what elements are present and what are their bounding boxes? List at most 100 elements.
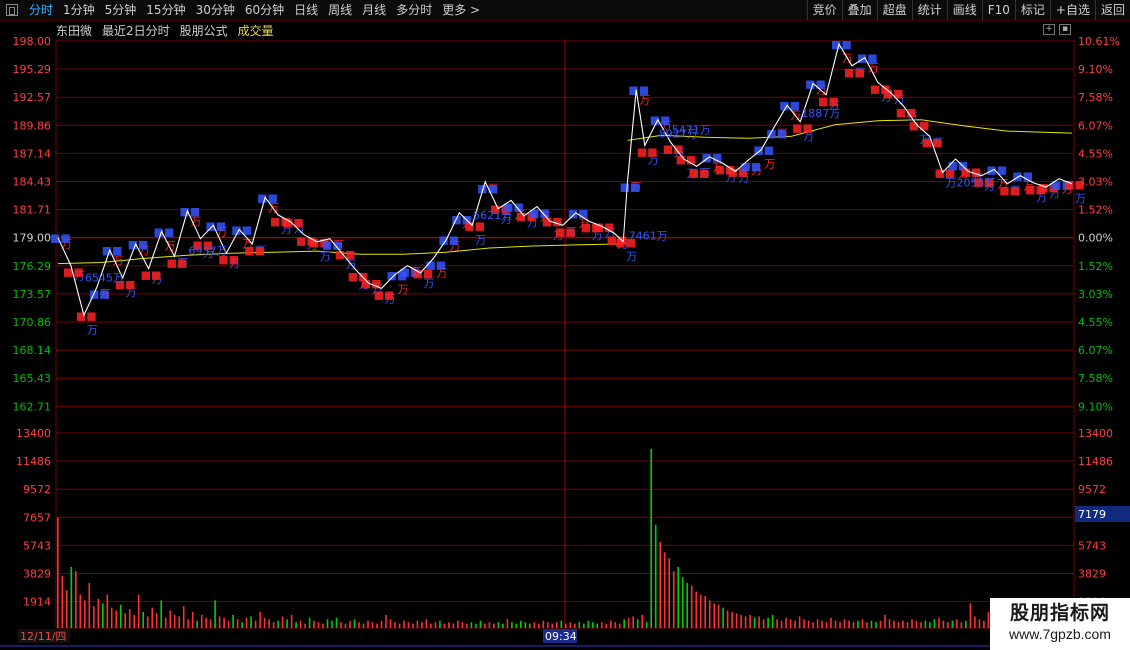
- volume-bar: [875, 622, 877, 628]
- volume-bar: [915, 620, 918, 628]
- volume-bar: [430, 623, 432, 628]
- price-tick-left: 162.71: [13, 400, 52, 413]
- price-tick-left: 170.86: [13, 316, 52, 329]
- price-tick-right: 7.58%: [1078, 372, 1113, 385]
- volume-bar: [956, 619, 958, 628]
- volume-bar: [569, 622, 572, 628]
- volume-bar: [209, 619, 212, 628]
- price-tick-right: 4.55%: [1078, 316, 1113, 329]
- volume-bar: [686, 582, 688, 628]
- volume-bar: [614, 622, 617, 628]
- volume-bar: [353, 619, 356, 628]
- volume-bar: [708, 600, 711, 628]
- price-annotation-mark: ■■: [844, 66, 865, 79]
- price-tick-right: 9.10%: [1078, 400, 1113, 413]
- volume-bar: [484, 623, 486, 628]
- volume-bar: [205, 617, 207, 628]
- volume-tick-left: 5743: [23, 539, 51, 552]
- volume-tick-left: 13400: [16, 427, 51, 440]
- price-annotation-mark: 万: [626, 250, 637, 263]
- volume-bar: [110, 607, 113, 628]
- volume-bar: [560, 620, 563, 628]
- date-label-day1: 12/11/四: [20, 630, 66, 643]
- volume-bar: [425, 619, 428, 628]
- price-annotation-mark: ■■: [167, 256, 188, 269]
- volume-bar: [726, 610, 729, 628]
- volume-bar: [668, 558, 670, 628]
- price-annotation: 6545万: [85, 272, 124, 285]
- volume-bar: [533, 622, 536, 628]
- volume-bar: [789, 619, 792, 628]
- volume-bar: [659, 542, 661, 628]
- watermark: 股朋指标网 www.7gpzb.com: [990, 598, 1130, 650]
- volume-bar: [317, 622, 320, 628]
- current-volume-value: 7179: [1078, 508, 1106, 521]
- price-annotation: 5471万: [672, 124, 711, 137]
- volume-bar: [421, 622, 423, 628]
- volume-bar: [695, 591, 697, 628]
- volume-bar: [681, 577, 684, 628]
- price-tick-left: 195.29: [13, 63, 52, 76]
- price-annotation-mark: ■■: [620, 181, 641, 194]
- volume-bar: [218, 616, 221, 628]
- price-annotation-mark: ■■: [986, 163, 1007, 176]
- price-annotation-mark: 万: [398, 283, 409, 296]
- volume-bar: [848, 620, 850, 628]
- price-tick-left: 168.14: [13, 344, 52, 357]
- volume-bar: [133, 614, 135, 628]
- volume-bar: [897, 622, 900, 628]
- volume-tick-left: 1914: [23, 596, 51, 609]
- price-annotation-mark: 万: [320, 250, 331, 263]
- volume-bar: [893, 620, 895, 628]
- volume-bar: [542, 620, 545, 628]
- intraday-chart[interactable]: 198.00 10.61% 195.29 9.10% 192.57 7.58% 189.86…: [0, 0, 1130, 650]
- volume-bar: [223, 617, 225, 628]
- volume-bar: [758, 616, 760, 628]
- volume-bar: [457, 620, 459, 628]
- volume-bar: [780, 620, 783, 628]
- price-annotation-mark: 万: [764, 158, 775, 171]
- volume-bar: [236, 619, 239, 628]
- volume-bar: [618, 623, 621, 628]
- volume-bar: [304, 623, 306, 628]
- volume-tick-right: 13400: [1078, 427, 1113, 440]
- price-tick-left: 179.00: [13, 232, 52, 245]
- volume-bar: [277, 620, 279, 628]
- volume-bar: [106, 594, 109, 628]
- volume-tick-right: 11486: [1078, 455, 1113, 468]
- volume-bar: [520, 620, 522, 628]
- price-annotation-mark: ■■: [555, 225, 576, 238]
- volume-bar: [605, 623, 608, 628]
- volume-bar: [929, 622, 931, 628]
- volume-bar: [452, 623, 455, 628]
- price-tick-left: 176.29: [13, 260, 52, 273]
- volume-bar: [704, 596, 706, 628]
- volume-bar: [852, 622, 855, 628]
- price-annotation-mark: ■■: [244, 244, 265, 257]
- price-annotation-mark: ■■: [1064, 178, 1085, 191]
- volume-bar: [906, 622, 909, 628]
- volume-tick-right: 5743: [1078, 539, 1106, 552]
- volume-bar: [128, 609, 131, 628]
- volume-bar: [214, 600, 216, 628]
- price-annotation-mark: ■■: [779, 99, 800, 112]
- volume-bar: [933, 619, 936, 628]
- price-annotation-mark: ■■: [896, 106, 917, 119]
- volume-tick-left: 11486: [16, 455, 51, 468]
- volume-bar: [547, 622, 549, 628]
- volume-bar: [830, 617, 832, 628]
- volume-bar: [151, 607, 153, 628]
- volume-bar: [349, 620, 351, 628]
- volume-bar: [344, 623, 347, 628]
- volume-bar: [978, 619, 981, 628]
- price-annotation-mark: ■■: [477, 182, 498, 195]
- price-tick-left: 173.57: [13, 288, 52, 301]
- volume-bar: [331, 620, 333, 628]
- volume-bar: [983, 620, 985, 628]
- volume-bar: [182, 606, 185, 628]
- volume-bar: [146, 616, 149, 628]
- volume-bar: [645, 622, 648, 628]
- volume-bar: [313, 620, 315, 628]
- price-tick-left: 192.57: [13, 91, 52, 104]
- volume-bar: [232, 614, 234, 628]
